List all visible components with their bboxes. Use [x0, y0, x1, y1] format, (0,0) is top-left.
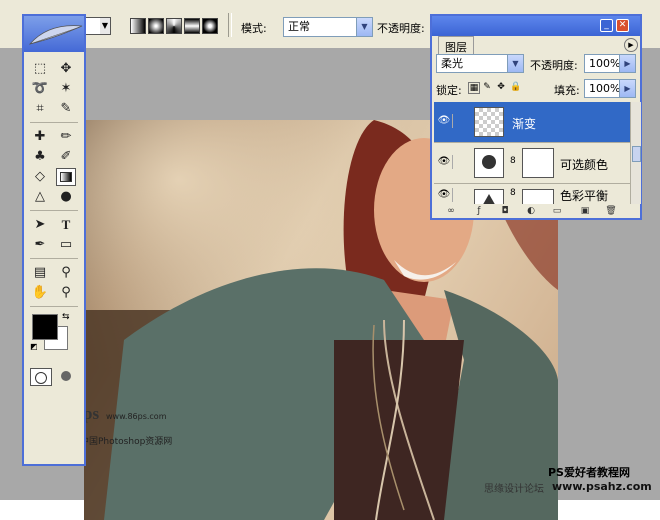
- tools-separator: [30, 122, 78, 123]
- reflected-gradient-icon[interactable]: [184, 18, 200, 34]
- eye-icon[interactable]: 👁: [436, 155, 453, 169]
- standard-mode-button[interactable]: [30, 368, 52, 386]
- chain-link-icon: 8: [510, 188, 516, 198]
- swap-colors-icon[interactable]: ⇆: [62, 312, 70, 322]
- quick-mask-button[interactable]: [56, 368, 76, 384]
- default-colors-icon[interactable]: ◩: [30, 342, 38, 351]
- magic-wand-tool-icon[interactable]: ✶: [56, 80, 76, 98]
- gradient-tool-icon[interactable]: [56, 168, 76, 186]
- layer-name: 渐变: [512, 117, 537, 131]
- opacity-label: 不透明度:: [377, 22, 425, 35]
- corner-sub: 思缘设计论坛: [484, 484, 544, 495]
- shape-tool-icon[interactable]: ▭: [56, 236, 76, 254]
- layer-style-icon[interactable]: ƒ: [472, 206, 486, 218]
- layer-row-gradient[interactable]: 👁 渐变: [434, 102, 638, 143]
- crop-tool-icon[interactable]: ⌗: [30, 100, 50, 118]
- close-icon[interactable]: ✕: [616, 19, 629, 32]
- dodge-tool-icon[interactable]: ●: [56, 188, 76, 206]
- feather-icon: [28, 25, 83, 45]
- fill-field[interactable]: 100% ▶: [584, 79, 636, 98]
- layer-name: 色彩平衡: [560, 189, 609, 203]
- tools-palette: ⬚ ✥ ➰ ✶ ⌗ ✎ ✚ ✏ ♣ ✐ ◇ △ ● ➤ T ✒ ▭ ▤ ⚲ ✋ …: [22, 14, 86, 466]
- radial-gradient-icon[interactable]: [148, 18, 164, 34]
- layers-panel: _ ✕ 图层 ▶ 柔光 ▼ 不透明度: 100% ▶ 锁定: ▦ ✎ ✥ 🔒 填…: [430, 14, 642, 220]
- tools-separator: [30, 210, 78, 211]
- clone-stamp-tool-icon[interactable]: ♣: [30, 148, 50, 166]
- eye-icon[interactable]: 👁: [436, 188, 453, 202]
- chevron-down-icon: ▼: [356, 18, 372, 36]
- link-layers-icon[interactable]: ∞: [444, 206, 458, 218]
- tools-palette-header[interactable]: [24, 16, 84, 52]
- type-tool-icon[interactable]: T: [56, 216, 76, 234]
- history-brush-tool-icon[interactable]: ✐: [56, 148, 76, 166]
- notes-tool-icon[interactable]: ▤: [30, 264, 50, 282]
- brush-tool-icon[interactable]: ✏: [56, 128, 76, 146]
- layers-scrollbar[interactable]: [630, 102, 641, 204]
- chevron-right-icon: ▶: [619, 80, 635, 97]
- layer-row-color-balance[interactable]: 👁 8 色彩平衡: [434, 184, 638, 204]
- tools-separator: [30, 306, 78, 307]
- diamond-gradient-icon[interactable]: [202, 18, 218, 34]
- eraser-tool-icon[interactable]: ◇: [30, 168, 50, 186]
- lock-pixels-icon[interactable]: ✎: [482, 82, 492, 92]
- linear-gradient-icon[interactable]: [130, 18, 146, 34]
- layer-thumbnail: [474, 107, 504, 137]
- minimize-icon[interactable]: _: [600, 19, 613, 32]
- layers-panel-titlebar[interactable]: _ ✕: [432, 16, 640, 36]
- layer-row-selective-color[interactable]: 👁 8 可选颜色: [434, 143, 638, 184]
- eyedropper-tool-icon[interactable]: ⚲: [56, 264, 76, 282]
- pen-tool-icon[interactable]: ✒: [30, 236, 50, 254]
- gradient-picker-dropdown[interactable]: ▼: [100, 17, 111, 35]
- path-selection-tool-icon[interactable]: ➤: [30, 216, 50, 234]
- lock-all-icon[interactable]: 🔒: [510, 82, 521, 92]
- site-url: www.86ps.com: [106, 412, 167, 421]
- angle-gradient-icon[interactable]: [166, 18, 182, 34]
- new-group-icon[interactable]: ▭: [550, 206, 564, 218]
- adjustment-layer-thumbnail: [474, 189, 504, 204]
- healing-brush-tool-icon[interactable]: ✚: [30, 128, 50, 146]
- scrollbar-thumb[interactable]: [632, 146, 641, 162]
- layer-opacity-label: 不透明度:: [530, 59, 578, 72]
- tools-separator: [30, 258, 78, 259]
- fill-label: 填充:: [554, 84, 580, 97]
- toolbar-separator: [228, 13, 232, 37]
- layer-name: 可选颜色: [560, 158, 609, 172]
- panel-menu-icon[interactable]: ▶: [624, 38, 638, 52]
- corner-url: www.psahz.com: [552, 480, 652, 493]
- eye-icon[interactable]: 👁: [436, 114, 453, 128]
- layer-mask-thumbnail: [522, 189, 554, 204]
- lock-transparency-icon[interactable]: ▦: [468, 82, 480, 94]
- add-mask-icon[interactable]: ◘: [498, 206, 512, 218]
- corner-watermark: PS爱好者教程网 思缘设计论坛 www.psahz.com: [484, 462, 660, 500]
- hand-tool-icon[interactable]: ✋: [30, 284, 50, 302]
- mode-label: 模式:: [241, 22, 267, 35]
- slice-tool-icon[interactable]: ✎: [56, 100, 76, 118]
- lock-position-icon[interactable]: ✥: [496, 82, 506, 92]
- site-name: 中国Photoshop资源网: [80, 437, 173, 447]
- layer-mask-thumbnail: [522, 148, 554, 178]
- zoom-tool-icon[interactable]: ⚲: [56, 284, 76, 302]
- layer-opacity-field[interactable]: 100% ▶: [584, 54, 636, 73]
- trash-icon[interactable]: 🗑: [604, 206, 618, 218]
- chevron-down-icon: ▼: [507, 55, 523, 72]
- lock-label: 锁定:: [436, 84, 462, 97]
- new-layer-icon[interactable]: ▣: [578, 206, 592, 218]
- mode-value: 正常: [288, 20, 310, 33]
- chain-link-icon: 8: [510, 156, 516, 166]
- blend-mode-select[interactable]: 柔光 ▼: [436, 54, 524, 73]
- corner-title: PS爱好者教程网: [548, 466, 630, 479]
- move-tool-icon[interactable]: ✥: [56, 60, 76, 78]
- fill-value: 100%: [589, 82, 621, 95]
- blur-tool-icon[interactable]: △: [30, 188, 50, 206]
- new-adjustment-layer-icon[interactable]: ◐: [524, 206, 538, 218]
- blend-mode-value: 柔光: [441, 57, 463, 70]
- chevron-right-icon: ▶: [619, 55, 635, 72]
- layer-opacity-value: 100%: [589, 57, 621, 70]
- marquee-tool-icon[interactable]: ⬚: [30, 60, 50, 78]
- lasso-tool-icon[interactable]: ➰: [30, 80, 50, 98]
- foreground-color-swatch[interactable]: [32, 314, 58, 340]
- mode-select[interactable]: 正常 ▼: [283, 17, 373, 37]
- adjustment-layer-thumbnail: [474, 148, 504, 178]
